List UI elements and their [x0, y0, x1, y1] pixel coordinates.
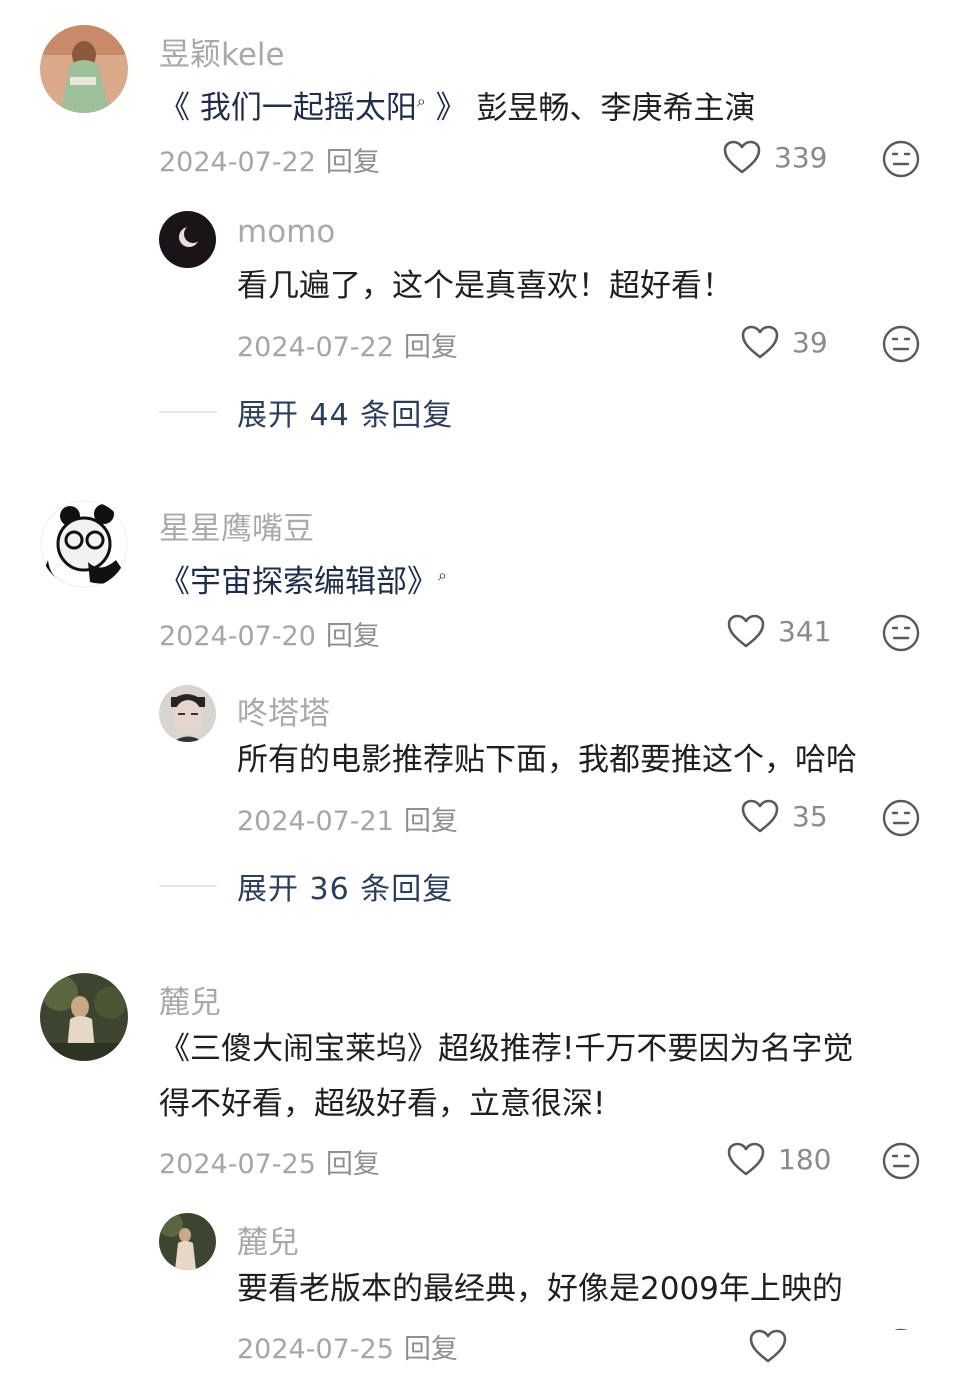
- search-icon: ⌕: [416, 92, 426, 111]
- reply-meta: 2024-07-25 回复: [237, 1327, 458, 1366]
- heart-outline-icon: [723, 140, 761, 174]
- heart-outline-icon: [727, 614, 765, 648]
- movie-title-link[interactable]: 《 我们一起摇太阳⌕ 》: [159, 90, 467, 126]
- reply-username[interactable]: 咚塔塔: [237, 688, 330, 733]
- reply-username[interactable]: momo: [237, 214, 335, 250]
- avatar[interactable]: [40, 973, 128, 1061]
- like-count: 341: [778, 614, 832, 648]
- reply-text: 看几遍了，这个是真喜欢！超好看！: [237, 268, 733, 304]
- reply-avatar[interactable]: [159, 685, 216, 742]
- neutral-face-icon[interactable]: [882, 614, 920, 652]
- heart-outline-icon: [749, 1329, 787, 1363]
- comment-meta: 2024-07-22 回复: [159, 140, 380, 179]
- reply-button[interactable]: 回复: [326, 621, 380, 652]
- expand-replies-button[interactable]: 展开 36 条回复: [159, 864, 453, 908]
- heart-outline-icon: [727, 1142, 765, 1176]
- comment-username[interactable]: 麓兒: [159, 977, 221, 1022]
- reply-like-button[interactable]: 35: [740, 798, 828, 834]
- reply-date: 2024-07-25: [237, 1334, 394, 1365]
- reply-meta: 2024-07-22 回复: [237, 325, 458, 364]
- comment-text-rest: 彭昱畅、李庚希主演: [476, 90, 756, 127]
- divider: [159, 885, 217, 887]
- like-count: 339: [774, 140, 828, 174]
- comment-meta: 2024-07-25 回复: [159, 1142, 380, 1181]
- reply-avatar[interactable]: [159, 211, 216, 268]
- movie-title-end: 》: [425, 90, 467, 127]
- reply-avatar[interactable]: [159, 1213, 216, 1270]
- comment-meta: 2024-07-20 回复: [159, 614, 380, 653]
- reply-date: 2024-07-22: [237, 332, 394, 363]
- like-count: 39: [792, 325, 828, 359]
- comment-username[interactable]: 星星鹰嘴豆: [159, 503, 314, 548]
- neutral-face-icon[interactable]: [882, 140, 920, 178]
- like-button[interactable]: 341: [726, 613, 831, 649]
- comment-username[interactable]: 昱颖kele: [159, 29, 285, 74]
- reply-button[interactable]: 回复: [326, 147, 380, 178]
- comment-text-line2: 得不好看，超级好看，立意很深!: [159, 1086, 606, 1122]
- reply-like-button[interactable]: [748, 1328, 788, 1364]
- like-button[interactable]: 339: [722, 139, 827, 175]
- search-icon: ⌕: [438, 566, 447, 585]
- neutral-face-icon[interactable]: [882, 799, 920, 837]
- movie-title[interactable]: 《宇宙探索编辑部》: [159, 564, 438, 600]
- movie-title[interactable]: 《 我们一起摇太阳: [159, 90, 417, 126]
- neutral-face-icon[interactable]: [882, 325, 920, 363]
- comment-date: 2024-07-25: [159, 1149, 316, 1180]
- avatar[interactable]: [40, 25, 128, 113]
- reply-text: 要看老版本的最经典，好像是2009年上映的: [237, 1271, 843, 1307]
- comment-date: 2024-07-22: [159, 147, 316, 178]
- heart-outline-icon: [741, 799, 779, 833]
- like-button[interactable]: 180: [726, 1141, 831, 1177]
- reply-button[interactable]: 回复: [404, 1334, 458, 1365]
- comment-text: 《 我们一起摇太阳⌕ 》 彭昱畅、李庚希主演: [159, 74, 756, 136]
- expand-replies-label: 展开 36 条回复: [237, 872, 454, 907]
- like-count: 35: [792, 799, 828, 833]
- reply-like-button[interactable]: 39: [740, 324, 828, 360]
- comment-text-line1: 《三傻大闹宝莱坞》超级推荐!千万不要因为名字觉: [159, 1031, 854, 1067]
- movie-title-link[interactable]: 《宇宙探索编辑部》⌕: [159, 564, 447, 600]
- reply-date: 2024-07-21: [237, 806, 394, 837]
- expand-replies-label: 展开 44 条回复: [237, 398, 454, 433]
- expand-replies-button[interactable]: 展开 44 条回复: [159, 390, 453, 434]
- reply-text: 所有的电影推荐贴下面，我都要推这个，哈哈: [237, 742, 857, 778]
- heart-outline-icon: [741, 325, 779, 359]
- like-count: 180: [778, 1142, 832, 1176]
- comment-text: 《宇宙探索编辑部》⌕: [159, 548, 447, 610]
- watermark-overlay: [790, 1330, 960, 1378]
- avatar[interactable]: [40, 500, 128, 588]
- divider: [159, 411, 217, 413]
- reply-username[interactable]: 麓兒: [237, 1217, 299, 1262]
- reply-meta: 2024-07-21 回复: [237, 799, 458, 838]
- reply-button[interactable]: 回复: [404, 332, 458, 363]
- reply-button[interactable]: 回复: [404, 806, 458, 837]
- comment-date: 2024-07-20: [159, 621, 316, 652]
- reply-button[interactable]: 回复: [326, 1149, 380, 1180]
- neutral-face-icon[interactable]: [882, 1142, 920, 1180]
